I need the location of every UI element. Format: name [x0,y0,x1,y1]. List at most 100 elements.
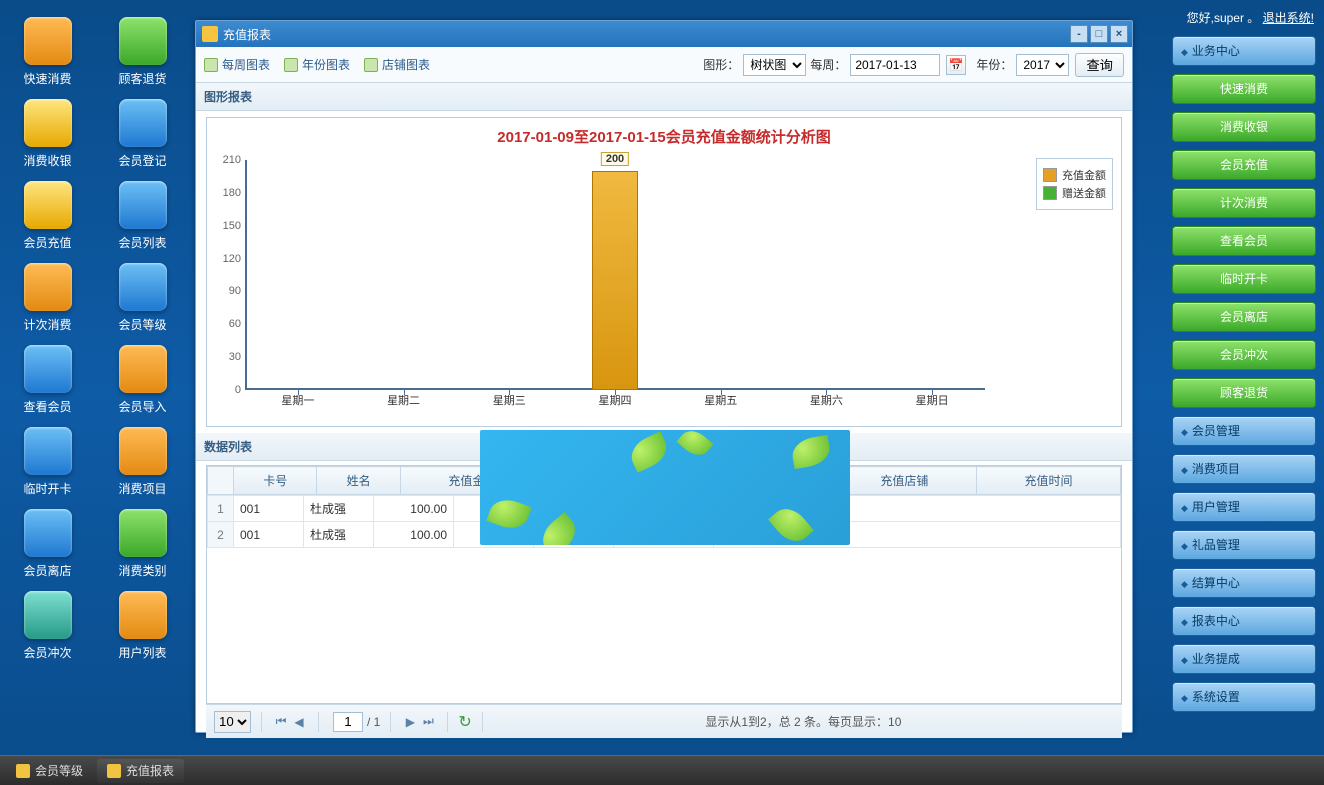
nav-item[interactable]: 会员管理 [1172,416,1316,446]
window-title-bar[interactable]: 充值报表 - □ × [196,21,1132,47]
nav-item[interactable]: 快速消费 [1172,74,1316,104]
report-toolbar: 每周图表 年份图表 店铺图表 图形： 树状图 每周： 📅 年份： 2017 查询 [196,47,1132,83]
nav-item[interactable]: 会员充值 [1172,150,1316,180]
nav-item[interactable]: 会员离店 [1172,302,1316,332]
desktop-icon[interactable]: 会员等级 [95,261,190,335]
nav-item[interactable]: 临时开卡 [1172,264,1316,294]
icon-label: 消费收银 [23,152,71,169]
chart-container: 2017-01-09至2017-01-15会员充值金额统计分析图 0306090… [196,111,1132,433]
column-header[interactable]: 充值时间 [976,467,1120,495]
app-icon [24,99,72,147]
desktop-icon[interactable]: 会员登记 [95,97,190,171]
app-icon [24,427,72,475]
first-page-button[interactable]: ⏮ [272,713,290,731]
task-label: 会员等级 [35,762,83,779]
yearly-chart-button[interactable]: 年份图表 [284,56,350,73]
desktop-icon[interactable]: 计次消费 [0,261,95,335]
y-tick-label: 60 [215,318,241,330]
refresh-icon[interactable]: ↻ [458,712,471,732]
nav-item[interactable]: 消费收银 [1172,112,1316,142]
desktop-icon[interactable]: 会员充值 [0,179,95,253]
nav-item[interactable]: 系统设置 [1172,682,1316,712]
minimize-button[interactable]: - [1070,25,1088,43]
bar-value-label: 200 [601,152,629,166]
app-icon [119,345,167,393]
maximize-button[interactable]: □ [1090,25,1108,43]
nav-item[interactable]: 会员冲次 [1172,340,1316,370]
chart-type-select[interactable]: 树状图 [743,54,806,76]
nav-item[interactable]: 礼品管理 [1172,530,1316,560]
app-icon [119,99,167,147]
app-icon [24,181,72,229]
task-icon [16,764,30,778]
taskbar-item[interactable]: 会员等级 [6,759,93,783]
column-header[interactable]: 充值店铺 [832,467,976,495]
icon-label: 会员导入 [118,398,166,415]
nav-item[interactable]: 用户管理 [1172,492,1316,522]
grid-pager: 10 ⏮ ◀ / 1 ▶ ⏭ ↻ 显示从1到2，总 2 条。每页显示：10 [206,704,1122,738]
weekly-label: 每周图表 [222,56,270,73]
y-tick-label: 120 [215,253,241,265]
week-date-input[interactable] [850,54,940,76]
taskbar-item[interactable]: 充值报表 [97,759,184,783]
legend-swatch [1043,186,1057,200]
next-page-button[interactable]: ▶ [401,713,419,731]
nav-item[interactable]: 结算中心 [1172,568,1316,598]
desktop-icon[interactable]: 会员离店 [0,507,95,581]
icon-label: 消费项目 [118,480,166,497]
y-tick-label: 210 [215,154,241,166]
desktop-icon[interactable]: 会员导入 [95,343,190,417]
nav-item[interactable]: 业务提成 [1172,644,1316,674]
chart-icon [364,58,378,72]
shop-chart-button[interactable]: 店铺图表 [364,56,430,73]
window-title: 充值报表 [223,26,271,43]
nav-item[interactable]: 计次消费 [1172,188,1316,218]
last-page-button[interactable]: ⏭ [419,713,437,731]
folder-icon [202,26,218,42]
icon-label: 会员充值 [23,234,71,251]
taskbar: 会员等级充值报表 [0,755,1324,785]
desktop-icon[interactable]: 消费类别 [95,507,190,581]
desktop-icon[interactable]: 快速消费 [0,15,95,89]
desktop-icon[interactable]: 会员列表 [95,179,190,253]
year-select[interactable]: 2017 [1016,54,1069,76]
nav-item[interactable]: 查看会员 [1172,226,1316,256]
column-header[interactable]: 卡号 [234,467,317,495]
logout-link[interactable]: 退出系统! [1263,11,1314,25]
shop-label: 店铺图表 [382,56,430,73]
legend-item: 充值金额 [1043,167,1106,183]
nav-item[interactable]: 消费项目 [1172,454,1316,484]
greeting-sep: 。 [1244,11,1259,25]
desktop-icon[interactable]: 查看会员 [0,343,95,417]
desktop-icon[interactable]: 消费收银 [0,97,95,171]
prev-page-button[interactable]: ◀ [290,713,308,731]
icon-label: 会员离店 [23,562,71,579]
yearly-label: 年份图表 [302,56,350,73]
calendar-icon[interactable]: 📅 [946,55,966,75]
icon-label: 会员冲次 [23,644,71,661]
pagesize-select[interactable]: 10 [214,711,251,733]
page-total: / 1 [367,715,380,729]
legend-swatch [1043,168,1057,182]
column-header[interactable]: 姓名 [317,467,400,495]
nav-item[interactable]: 报表中心 [1172,606,1316,636]
week-label: 每周： [810,56,846,73]
desktop-icon[interactable]: 临时开卡 [0,425,95,499]
y-tick-label: 180 [215,187,241,199]
nav-item[interactable]: 顾客退货 [1172,378,1316,408]
query-button[interactable]: 查询 [1075,53,1124,77]
nav-item[interactable]: 业务中心 [1172,36,1316,66]
y-tick-label: 90 [215,285,241,297]
weekly-chart-button[interactable]: 每周图表 [204,56,270,73]
desktop-icon[interactable]: 消费项目 [95,425,190,499]
rownum-header [208,467,234,495]
page-input[interactable] [333,712,363,732]
desktop-icon[interactable]: 用户列表 [95,589,190,663]
right-nav-panel: 您好,super 。 退出系统! 业务中心快速消费消费收银会员充值计次消费查看会… [1164,0,1324,755]
y-tick-label: 30 [215,351,241,363]
desktop-icon[interactable]: 顾客退货 [95,15,190,89]
close-button[interactable]: × [1110,25,1128,43]
app-icon [24,345,72,393]
desktop-icon[interactable]: 会员冲次 [0,589,95,663]
pager-summary: 显示从1到2，总 2 条。每页显示：10 [493,713,1114,730]
